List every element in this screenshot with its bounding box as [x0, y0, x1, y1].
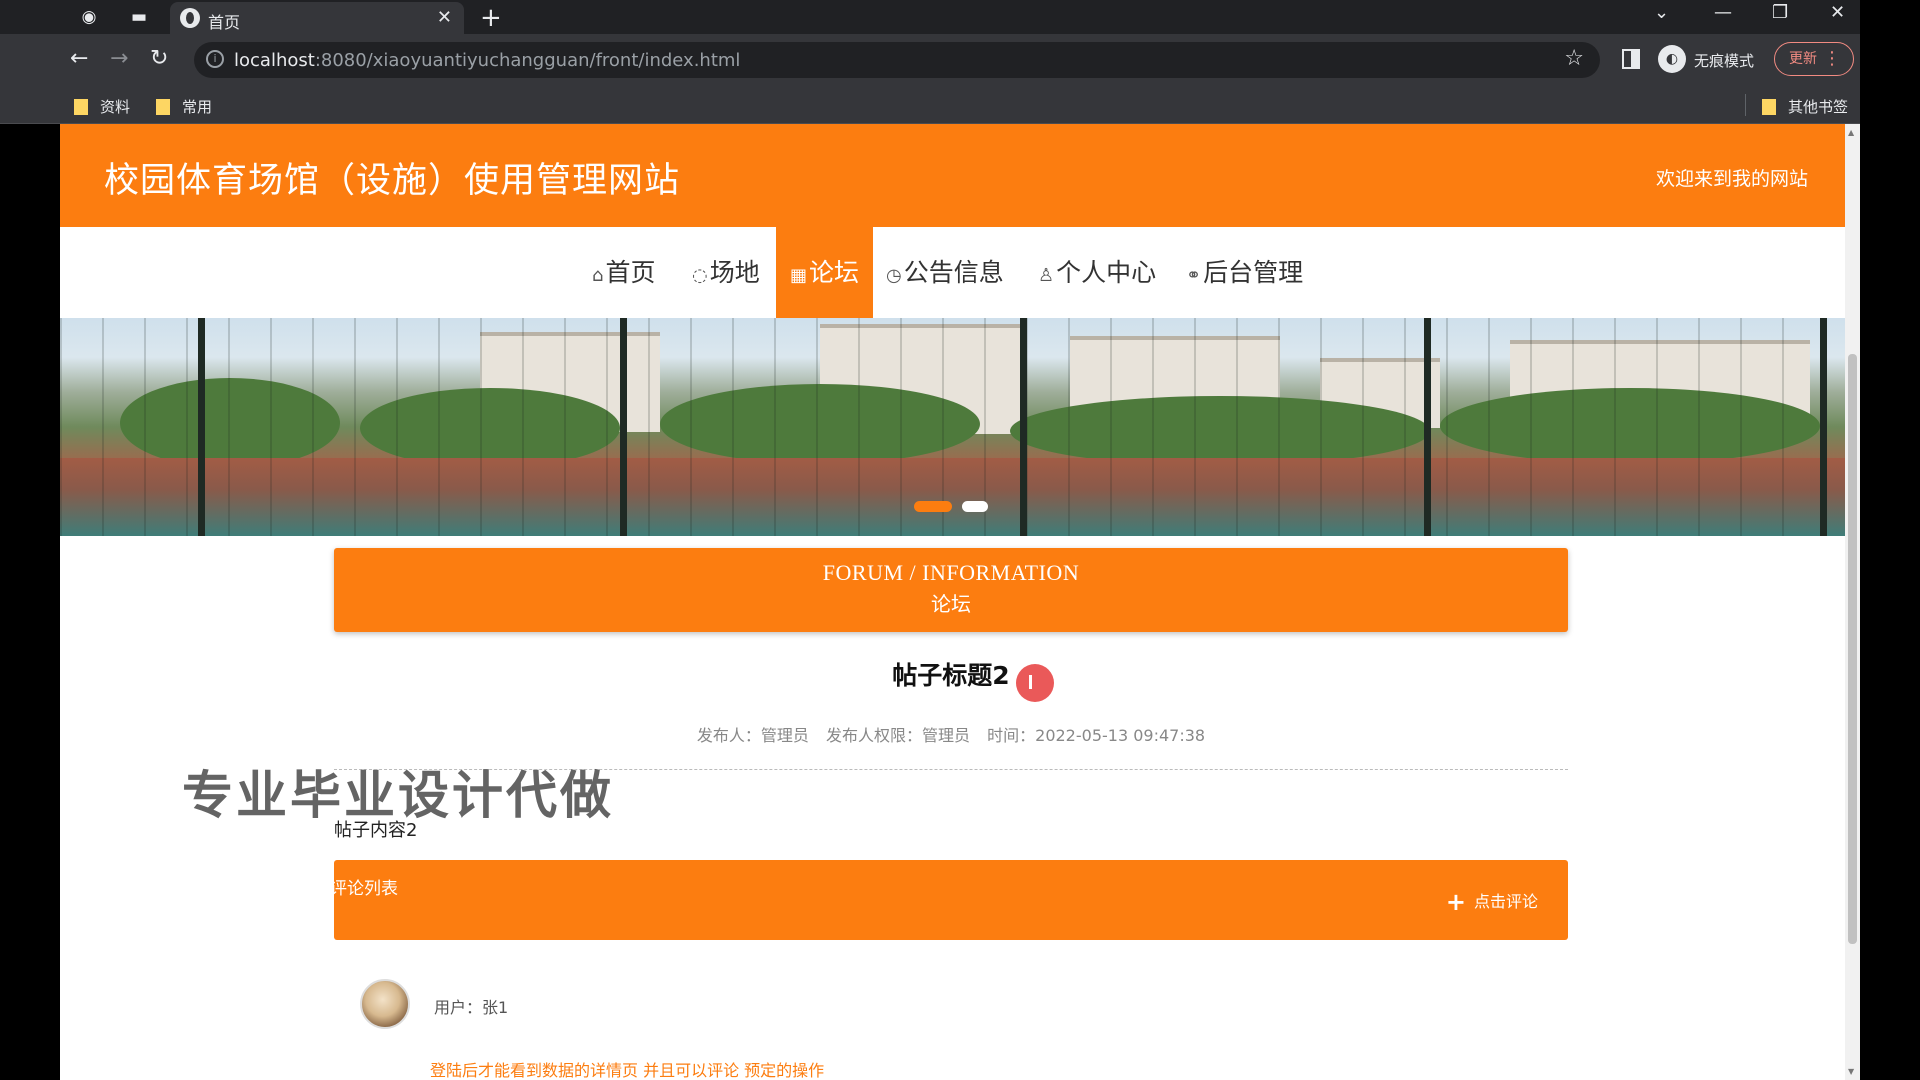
scroll-down-icon: ▼ — [1848, 1067, 1855, 1076]
nav-home[interactable]: ⌂首页 — [592, 227, 655, 318]
nav-venue[interactable]: ◌场地 — [692, 227, 760, 318]
close-tab-icon[interactable]: ✕ — [437, 7, 452, 28]
post-title: 帖子标题2 — [892, 661, 1010, 690]
post-meta: 发布人：管理员 发布人权限：管理员 时间：2022-05-13 09:47:38 — [334, 722, 1568, 746]
post-author: 发布人：管理员 — [696, 726, 809, 745]
scroll-up-icon: ▲ — [1848, 128, 1855, 137]
bookmarks-bar: 资料 常用 其他书签 — [0, 86, 1860, 124]
watermark-text: 专业毕业设计代做 — [182, 767, 615, 826]
main-nav: ⌂首页 ◌场地 ▦论坛 ◷公告信息 ♙个人中心 ⚭后台管理 — [60, 227, 1846, 318]
side-panel-icon[interactable] — [1622, 49, 1640, 69]
section-header: FORUM / INFORMATION 论坛 — [334, 548, 1568, 632]
incognito-label: 无痕模式 — [1694, 52, 1755, 70]
nav-notice[interactable]: ◷公告信息 — [886, 227, 1004, 318]
address-bar[interactable]: i localhost:8080/xiaoyuantiyuchangguan/f… — [194, 42, 1600, 78]
home-icon: ⌂ — [592, 265, 604, 286]
scroll-thumb — [1848, 354, 1857, 944]
forward-button[interactable]: → — [110, 46, 128, 71]
bookmark-folder-1[interactable]: 常用 — [156, 96, 212, 117]
mouse-cursor-icon — [1016, 664, 1054, 702]
nav-forum[interactable]: ▦论坛 — [776, 227, 874, 318]
bookmark-folder-0[interactable]: 资料 — [74, 96, 130, 117]
reload-button[interactable]: ↻ — [150, 46, 168, 71]
tab-title: 首页 — [208, 13, 241, 32]
nav-user-center[interactable]: ♙个人中心 — [1038, 227, 1156, 318]
forum-icon: ▦ — [790, 265, 808, 286]
post-author-role: 发布人权限：管理员 — [826, 726, 971, 745]
minimize-button[interactable]: — — [1714, 2, 1732, 23]
folder-icon — [1762, 99, 1776, 115]
carousel-dot-1[interactable] — [914, 501, 952, 512]
nav-admin[interactable]: ⚭后台管理 — [1186, 227, 1303, 318]
notice-icon: ◷ — [886, 265, 902, 286]
comment-list-label: 评论列表 — [330, 879, 398, 899]
other-bookmarks[interactable]: 其他书签 — [1762, 96, 1848, 117]
post-time: 时间：2022-05-13 09:47:38 — [987, 726, 1206, 745]
user-icon: ♙ — [1038, 265, 1055, 286]
welcome-text: 欢迎来到我的网站 — [1655, 168, 1808, 190]
page-viewport: 校园体育场馆（设施）使用管理网站 欢迎来到我的网站 ⌂首页 ◌场地 ▦论坛 ◷公… — [60, 124, 1860, 1080]
login-hint: 登陆后才能看到数据的详情页 并且可以评论 预定的操作 — [430, 1061, 825, 1080]
globe-icon — [180, 8, 200, 28]
site-info-icon[interactable]: i — [206, 50, 224, 68]
restore-button[interactable]: ❐ — [1772, 2, 1788, 23]
url-text[interactable]: localhost:8080/xiaoyuantiyuchangguan/fro… — [234, 50, 740, 71]
more-menu-icon: ⋮ — [1823, 48, 1841, 69]
tab-home[interactable]: 首页 ✕ — [170, 2, 464, 34]
browser-tabstrip: ◉ ▬ 首页 ✕ + ⌄ — ❐ ✕ — [0, 0, 1860, 34]
browser-toolbar: ← → ↻ i localhost:8080/xiaoyuantiyuchang… — [0, 34, 1860, 86]
close-window-button[interactable]: ✕ — [1830, 2, 1845, 23]
location-icon: ◌ — [692, 265, 708, 286]
comment-bar: 评论列表 + 点击评论 — [330, 860, 1568, 940]
link-icon: ⚭ — [1186, 265, 1202, 286]
plus-icon: + — [1445, 888, 1466, 916]
site-title: 校园体育场馆（设施）使用管理网站 — [104, 161, 681, 201]
update-button[interactable]: 更新 ⋮ — [1774, 42, 1854, 76]
tab-search-icon[interactable]: ▬ — [128, 6, 150, 28]
folder-icon — [156, 99, 170, 115]
site-header: 校园体育场馆（设施）使用管理网站 欢迎来到我的网站 — [60, 124, 1846, 227]
comment-user: 用户：张1 — [434, 998, 509, 1017]
incognito-icon[interactable]: ◐ — [1658, 45, 1686, 73]
carousel-dot-2[interactable] — [962, 501, 988, 512]
new-tab-button[interactable]: + — [480, 3, 502, 33]
tab-list-chevron-icon[interactable]: ⌄ — [1654, 2, 1669, 23]
page-scrollbar[interactable]: ▲ ▼ — [1845, 124, 1860, 1080]
banner-carousel[interactable] — [60, 318, 1846, 536]
avatar — [360, 979, 410, 1029]
add-comment-button[interactable]: + 点击评论 — [1446, 888, 1538, 916]
back-button[interactable]: ← — [70, 46, 88, 71]
bookmark-star-icon[interactable]: ☆ — [1564, 46, 1584, 71]
section-title-en: FORUM / INFORMATION — [822, 560, 1080, 585]
folder-icon — [74, 99, 88, 115]
bookmark-separator — [1745, 94, 1746, 116]
section-title-cn: 论坛 — [931, 592, 971, 616]
browser-menu-icon[interactable]: ◉ — [78, 6, 100, 28]
